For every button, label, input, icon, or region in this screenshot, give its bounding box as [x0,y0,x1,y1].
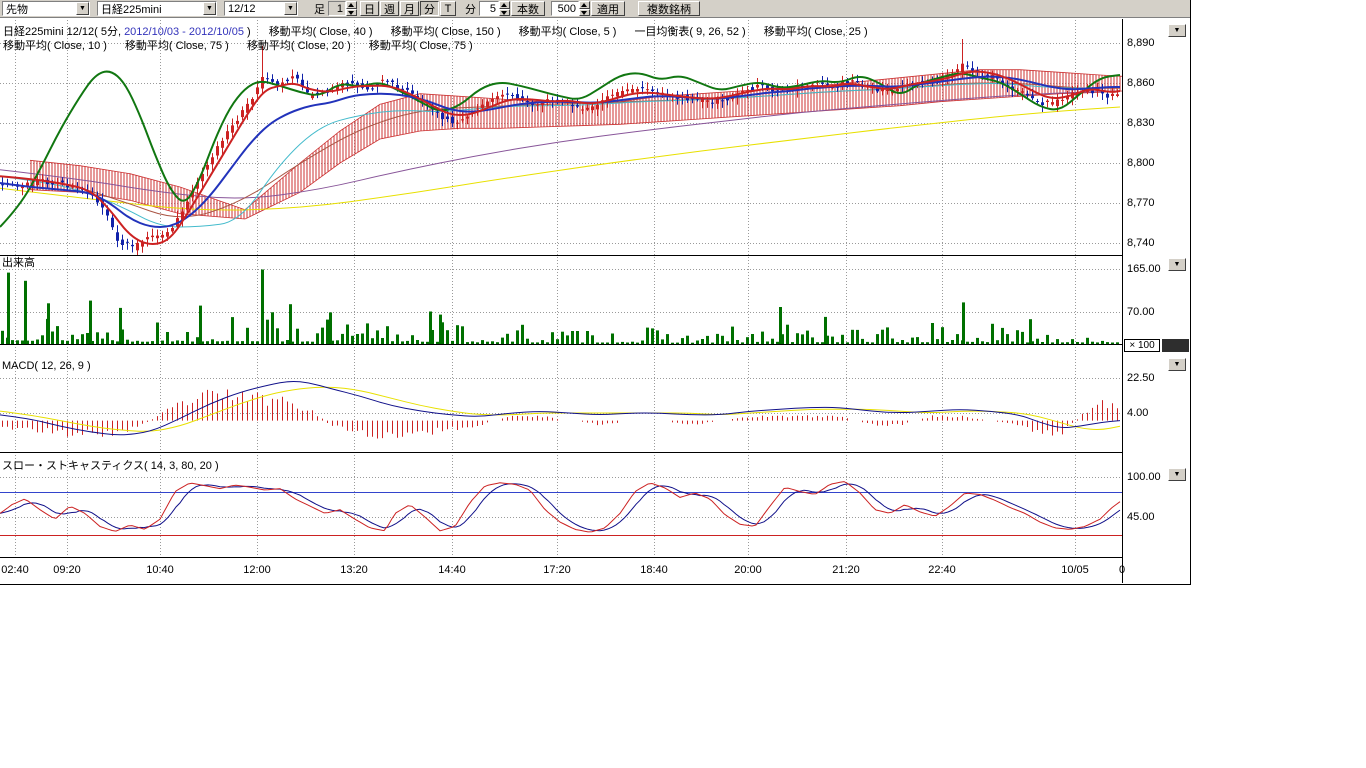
legend-line-2: 移動平均( Close, 10 ) 移動平均( Close, 75 ) 移動平均( … [3,40,473,52]
time-axis-label: 17:20 [537,564,577,576]
time-axis-label: 14:40 [432,564,472,576]
weekly-button[interactable]: 週 [380,1,399,16]
legend-line-1: 日経225mini 12/12( 5分, 2012/10/03 - 2012/1… [3,26,868,38]
interval-stepper[interactable]: 1 [328,1,357,16]
time-axis-label: 13:20 [334,564,374,576]
legend-indicator: 移動平均( Close, 40 ) [269,26,373,38]
minute-stepper[interactable]: 5 [479,1,510,16]
time-axis-label: 10:40 [140,564,180,576]
bar-count-button[interactable]: 本数 [511,1,545,16]
volume-pane-label: 出来高 [2,257,35,269]
time-axis-label: 21:20 [826,564,866,576]
macd-pane-scroll-button[interactable]: ▼ [1168,358,1186,371]
tick-button[interactable]: T [440,1,456,16]
legend-indicator: 移動平均( Close, 75 ) [369,40,473,52]
legend-indicator: 移動平均( Close, 20 ) [247,40,351,52]
chart-application-window: 先物 ▼ 日経225mini ▼ 12/12 ▼ 足 1 日 週 月 分 T 分… [0,0,1191,585]
stepper-arrows [579,1,590,16]
legend-indicator: 移動平均( Close, 10 ) [3,40,107,52]
multi-symbol-button[interactable]: 複数銘柄 [638,1,700,16]
spinner-down-icon[interactable] [346,9,357,17]
chart-title: 日経225mini 12/12( 5分, 2012/10/03 - 2012/1… [3,26,251,38]
contract-month-value: 12/12 [225,2,284,15]
volume-axis-tick-label: 70.00 [1127,306,1155,318]
time-axis-label: 02:40 [0,564,35,576]
minute-button[interactable]: 分 [420,1,439,16]
time-axis-label: 20:00 [728,564,768,576]
macd-axis-tick-label: 4.00 [1127,407,1148,419]
price-axis-tick-label: 8,770 [1127,197,1155,209]
legend-indicator: 移動平均( Close, 75 ) [125,40,229,52]
category-select[interactable]: 先物 ▼ [2,1,90,16]
spinner-up-icon[interactable] [346,1,357,9]
stoch-axis-tick-label: 100.00 [1127,471,1161,483]
stochastics-pane-scroll-button[interactable]: ▼ [1168,468,1186,481]
price-axis-tick-label: 8,800 [1127,157,1155,169]
time-axis-label: 0 [1102,564,1142,576]
chart-title-dates: 2012/10/03 - 2012/10/05 [124,26,244,38]
dropdown-arrow-icon[interactable]: ▼ [76,2,89,15]
price-axis-tick-label: 8,830 [1127,117,1155,129]
pane-divider-handle[interactable] [1162,339,1189,352]
time-axis-label: 09:20 [47,564,87,576]
price-axis-tick-label: 8,860 [1127,77,1155,89]
price-axis-tick-label: 8,740 [1127,237,1155,249]
time-axis-label: 22:40 [922,564,962,576]
symbol-select-value: 日経225mini [98,2,203,15]
macd-axis-tick-label: 22.50 [1127,372,1155,384]
stochastics-pane-label: スロー・ストキャスティクス( 14, 3, 80, 20 ) [2,460,219,472]
volume-pane-scroll-button[interactable]: ▼ [1168,258,1186,271]
interval-value[interactable]: 1 [328,1,346,16]
stepper-arrows [346,1,357,16]
symbol-select[interactable]: 日経225mini ▼ [97,1,217,16]
chart-plot-area[interactable] [0,0,1190,584]
monthly-button[interactable]: 月 [400,1,419,16]
chart-title-text: ) [244,26,251,38]
dropdown-arrow-icon[interactable]: ▼ [203,2,216,15]
spinner-up-icon[interactable] [499,1,510,9]
apply-button[interactable]: 適用 [591,1,625,16]
count-stepper[interactable]: 500 [551,1,590,16]
time-axis-label: 18:40 [634,564,674,576]
category-select-value: 先物 [3,2,76,15]
minute-unit-label: 分 [465,1,476,17]
legend-indicator: 一目均衡表( 9, 26, 52 ) [634,26,745,38]
stepper-arrows [499,1,510,16]
daily-button[interactable]: 日 [360,1,379,16]
chart-title-text: 日経225mini 12/12( 5分, [3,26,124,38]
price-axis-tick-label: 8,890 [1127,37,1155,49]
time-axis-label: 10/05 [1055,564,1095,576]
dropdown-arrow-icon[interactable]: ▼ [284,2,297,15]
legend-indicator: 移動平均( Close, 150 ) [391,26,501,38]
legend-indicator: 移動平均( Close, 5 ) [519,26,617,38]
ashi-label: 足 [314,1,325,17]
spinner-down-icon[interactable] [579,9,590,17]
legend-indicator: 移動平均( Close, 25 ) [764,26,868,38]
stoch-axis-tick-label: 45.00 [1127,511,1155,523]
volume-multiplier-badge: × 100 [1124,339,1160,352]
spinner-down-icon[interactable] [499,9,510,17]
spinner-up-icon[interactable] [579,1,590,9]
count-value[interactable]: 500 [551,1,579,16]
volume-axis-tick-label: 165.00 [1127,263,1161,275]
minute-value[interactable]: 5 [479,1,499,16]
contract-month-select[interactable]: 12/12 ▼ [224,1,298,16]
time-axis-label: 12:00 [237,564,277,576]
macd-pane-label: MACD( 12, 26, 9 ) [2,360,91,372]
price-pane-scroll-button[interactable]: ▼ [1168,24,1186,37]
toolbar: 先物 ▼ 日経225mini ▼ 12/12 ▼ 足 1 日 週 月 分 T 分… [0,0,1190,18]
